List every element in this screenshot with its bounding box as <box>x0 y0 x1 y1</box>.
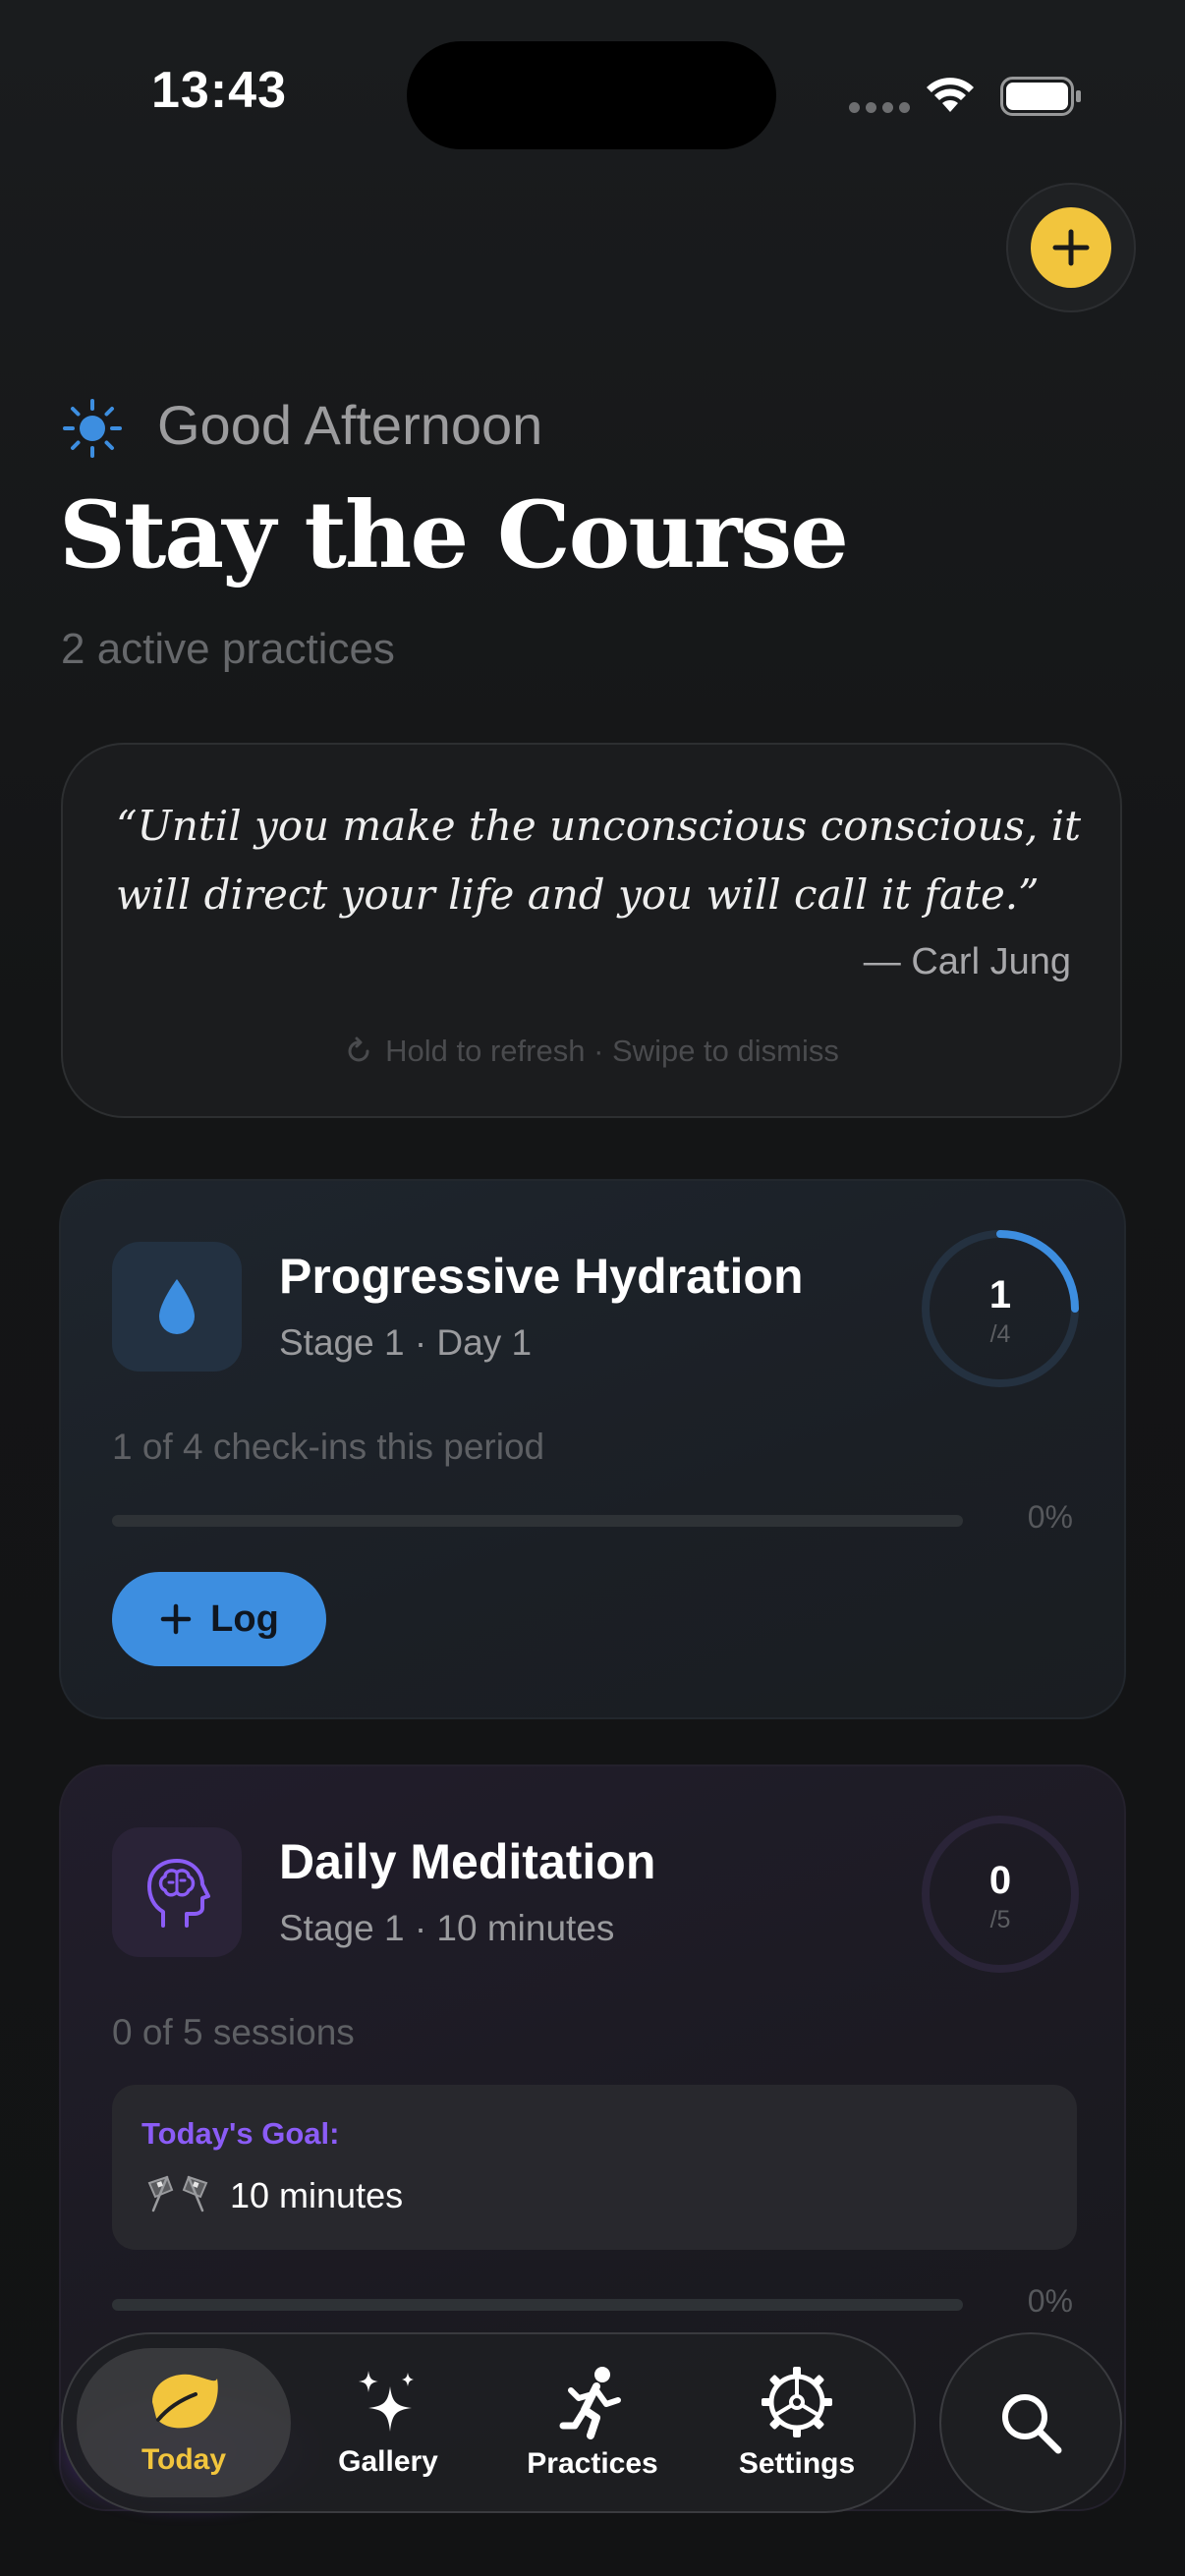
session-count: 0 of 5 sessions <box>112 2012 355 2052</box>
goal-label: Today's Goal: <box>141 2116 340 2151</box>
running-figure-icon <box>559 2367 621 2439</box>
progress-bar <box>112 1515 963 1527</box>
gear-icon <box>762 2367 832 2437</box>
quote-text: “Until you make the unconscious consciou… <box>116 802 1082 919</box>
todays-goal-box: Today's Goal: 10 minutes <box>112 2085 1077 2250</box>
practice-detail: Stage 1 · Day 1 <box>279 1322 533 1363</box>
refresh-icon <box>348 1036 369 1062</box>
search-button[interactable] <box>939 2332 1122 2513</box>
tab-practices[interactable]: Practices <box>489 2334 696 2511</box>
sparkles-icon <box>359 2371 414 2432</box>
practice-card-hydration[interactable]: Progressive Hydration Stage 1 · Day 1 1 … <box>59 1179 1126 1719</box>
cellular-signal-icon <box>849 102 910 113</box>
search-icon <box>1002 2394 1062 2454</box>
brain-head-icon <box>147 1859 210 1928</box>
tab-bar: Today Gallery Practices Settings <box>61 2332 916 2513</box>
practice-icon-tile <box>112 1242 242 1372</box>
progress-percent: 0% <box>1027 1499 1073 1535</box>
plus-icon <box>160 1603 192 1635</box>
tab-today[interactable]: Today <box>81 2334 287 2511</box>
active-practices-count: 2 active practices <box>61 625 395 673</box>
progress-ring-value: 0 <box>988 1859 1012 1902</box>
quote-author: — Carl Jung <box>863 941 1071 982</box>
progress-ring-total: /4 <box>989 1320 1011 1348</box>
status-time: 13:43 <box>151 62 287 119</box>
plus-icon <box>1052 229 1090 266</box>
practice-icon-tile <box>112 1827 242 1957</box>
log-button[interactable]: Log <box>112 1572 326 1666</box>
progress-percent: 0% <box>1027 2283 1073 2319</box>
checkered-flags-icon <box>145 2173 210 2217</box>
log-button-label: Log <box>210 1597 279 1640</box>
sun-icon <box>61 397 124 465</box>
quote-card[interactable]: “Until you make the unconscious consciou… <box>61 743 1122 1118</box>
tab-label: Today <box>141 2443 227 2476</box>
goal-value: 10 minutes <box>230 2175 404 2215</box>
add-practice-button[interactable] <box>1006 183 1136 312</box>
page-title: Stay the Course <box>59 481 849 589</box>
leaf-icon <box>152 2374 218 2429</box>
progress-bar <box>112 2299 963 2311</box>
tab-gallery[interactable]: Gallery <box>285 2334 491 2511</box>
battery-icon <box>1000 77 1083 121</box>
water-drop-icon <box>159 1279 195 1334</box>
checkin-count: 1 of 4 check-ins this period <box>112 1427 545 1467</box>
tab-label: Gallery <box>338 2445 438 2478</box>
tab-settings[interactable]: Settings <box>694 2334 900 2511</box>
quote-hint-text: Hold to refresh · Swipe to dismiss <box>385 1034 839 1068</box>
dynamic-island <box>407 41 776 149</box>
progress-ring-total: /5 <box>989 1906 1011 1933</box>
quote-hint: Hold to refresh · Swipe to dismiss <box>63 1034 1120 1069</box>
tab-label: Settings <box>738 2447 856 2480</box>
greeting-text: Good Afternoon <box>157 394 543 456</box>
progress-ring-value: 1 <box>988 1273 1012 1316</box>
practice-name: Daily Meditation <box>279 1834 656 1889</box>
tab-label: Practices <box>527 2447 658 2480</box>
practice-name: Progressive Hydration <box>279 1249 804 1304</box>
practice-detail: Stage 1 · 10 minutes <box>279 1908 615 1948</box>
wifi-icon <box>924 75 977 119</box>
